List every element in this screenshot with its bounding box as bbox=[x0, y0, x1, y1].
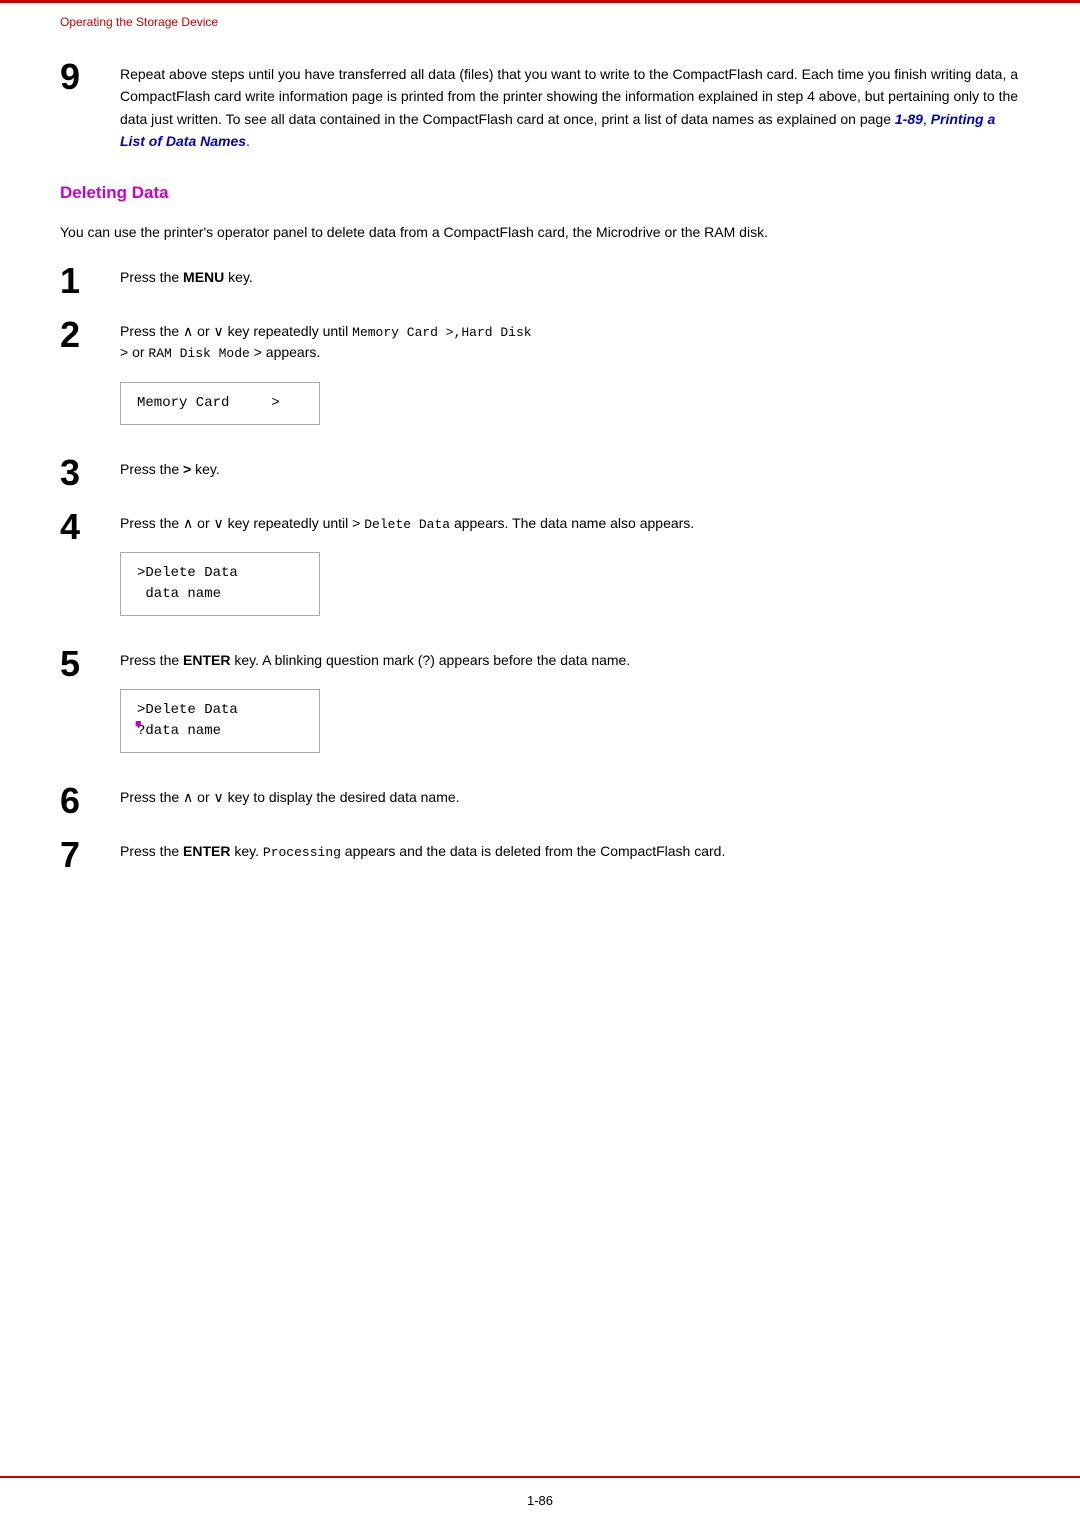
step-2-text: Press the ∧ or ∨ key repeatedly until Me… bbox=[120, 321, 1020, 364]
step-4-number: 4 bbox=[60, 509, 120, 545]
step-5-display-line2: ■?data name bbox=[137, 721, 303, 742]
step-4-code: Delete Data bbox=[364, 517, 450, 532]
step-9-page-ref: 1-89 bbox=[895, 111, 923, 127]
step-5-display-line1: >Delete Data bbox=[137, 700, 303, 721]
step-5-bold: ENTER bbox=[183, 652, 230, 668]
step-3-number: 3 bbox=[60, 455, 120, 491]
step-7-text: Press the ENTER key. Processing appears … bbox=[120, 841, 1020, 863]
step-6-text: Press the ∧ or ∨ key to display the desi… bbox=[120, 787, 1020, 808]
step-4-text: Press the ∧ or ∨ key repeatedly until > … bbox=[120, 513, 1020, 535]
step-5-display: >Delete Data ■?data name bbox=[120, 689, 320, 753]
page-number: 1-86 bbox=[527, 1493, 553, 1508]
step-7-number: 7 bbox=[60, 837, 120, 873]
step-7-bold: ENTER bbox=[183, 843, 230, 859]
step-4-display-line1: >Delete Data bbox=[137, 563, 303, 584]
step-1-text: Press the MENU key. bbox=[120, 267, 1020, 288]
step-4-block: 4 Press the ∧ or ∨ key repeatedly until … bbox=[60, 509, 1020, 629]
step-4-display-line2: data name bbox=[137, 584, 303, 605]
step-9-number: 9 bbox=[60, 59, 120, 95]
step-3-block: 3 Press the > key. bbox=[60, 455, 1020, 491]
step-9-text-before: Repeat above steps until you have transf… bbox=[120, 66, 1018, 127]
step-6-content: Press the ∧ or ∨ key to display the desi… bbox=[120, 783, 1020, 814]
step-1-block: 1 Press the MENU key. bbox=[60, 263, 1020, 299]
step-2-display-line1: Memory Card > bbox=[137, 393, 303, 414]
step-6-number: 6 bbox=[60, 783, 120, 819]
intro-paragraph: You can use the printer's operator panel… bbox=[60, 221, 1020, 243]
step-5-block: 5 Press the ENTER key. A blinking questi… bbox=[60, 646, 1020, 765]
step-9-content: Repeat above steps until you have transf… bbox=[120, 59, 1020, 153]
step-7-content: Press the ENTER key. Processing appears … bbox=[120, 837, 1020, 869]
step-5-text: Press the ENTER key. A blinking question… bbox=[120, 650, 1020, 671]
bottom-rule bbox=[0, 1476, 1080, 1478]
step-4-content: Press the ∧ or ∨ key repeatedly until > … bbox=[120, 509, 1020, 629]
step-2-number: 2 bbox=[60, 317, 120, 353]
step-2-display: Memory Card > bbox=[120, 382, 320, 425]
section-heading: Deleting Data bbox=[60, 183, 1020, 203]
step-9-text-end: . bbox=[246, 133, 250, 149]
step-1-content: Press the MENU key. bbox=[120, 263, 1020, 294]
step-7-block: 7 Press the ENTER key. Processing appear… bbox=[60, 837, 1020, 873]
step-4-display: >Delete Data data name bbox=[120, 552, 320, 616]
step-1-bold: MENU bbox=[183, 269, 224, 285]
footer: 1-86 bbox=[0, 1493, 1080, 1508]
step-7-code: Processing bbox=[263, 845, 341, 860]
step-5-number: 5 bbox=[60, 646, 120, 682]
step-9-block: 9 Repeat above steps until you have tran… bbox=[60, 59, 1020, 153]
step-6-block: 6 Press the ∧ or ∨ key to display the de… bbox=[60, 783, 1020, 819]
step-2-block: 2 Press the ∧ or ∨ key repeatedly until … bbox=[60, 317, 1020, 437]
step-2-code1: Memory Card >,Hard Disk bbox=[352, 325, 531, 340]
page: Operating the Storage Device 9 Repeat ab… bbox=[0, 0, 1080, 1528]
step-3-bold: > bbox=[183, 461, 191, 477]
step-1-number: 1 bbox=[60, 263, 120, 299]
step-5-content: Press the ENTER key. A blinking question… bbox=[120, 646, 1020, 765]
step-2-code2: RAM Disk Mode bbox=[148, 346, 249, 361]
step-3-text: Press the > key. bbox=[120, 459, 1020, 480]
header: Operating the Storage Device bbox=[0, 3, 1080, 29]
steps-area: 1 Press the MENU key. 2 Press the ∧ or ∨… bbox=[60, 263, 1020, 874]
step-5-cursor-icon: ■ bbox=[135, 717, 142, 734]
step-3-content: Press the > key. bbox=[120, 455, 1020, 486]
main-content: 9 Repeat above steps until you have tran… bbox=[0, 29, 1080, 951]
step-2-content: Press the ∧ or ∨ key repeatedly until Me… bbox=[120, 317, 1020, 437]
breadcrumb: Operating the Storage Device bbox=[60, 15, 218, 29]
